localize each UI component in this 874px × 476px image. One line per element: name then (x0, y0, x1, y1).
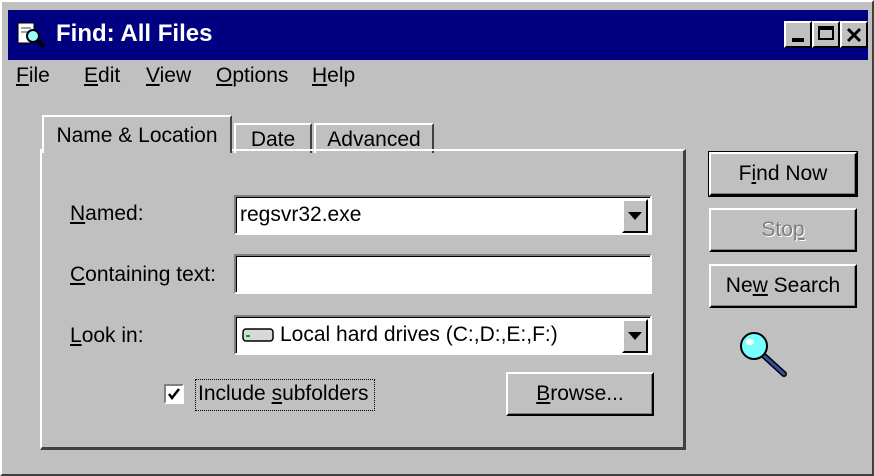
maximize-icon (818, 26, 834, 40)
menu-view[interactable]: View (146, 62, 191, 90)
focus-rectangle (195, 379, 375, 411)
chevron-down-icon (628, 332, 642, 340)
find-icon (17, 22, 46, 49)
look-in-dropdown-button[interactable] (622, 319, 648, 353)
containing-text-input[interactable] (234, 254, 652, 294)
close-icon (846, 27, 862, 43)
menu-bar: File Edit View Options Help (8, 60, 868, 94)
named-combobox[interactable]: regsvr32.exe (234, 195, 652, 235)
minimize-button[interactable] (784, 21, 812, 48)
stop-button[interactable]: Stop (709, 208, 857, 252)
menu-options[interactable]: Options (216, 62, 288, 90)
chevron-down-icon (628, 212, 642, 220)
named-dropdown-button[interactable] (622, 199, 648, 233)
menu-edit[interactable]: Edit (84, 62, 120, 90)
magnifier-icon (740, 332, 787, 377)
menu-help[interactable]: Help (312, 62, 355, 90)
look-in-combobox[interactable]: Local hard drives (C:,D:,E:,F:) (234, 315, 652, 355)
tab-name-location[interactable]: Name & Location (42, 115, 232, 153)
include-subfolders-checkbox[interactable] (164, 384, 184, 404)
close-button[interactable] (840, 21, 868, 48)
look-in-label: Look in: (70, 324, 144, 347)
new-search-button[interactable]: New Search (709, 264, 857, 308)
title-bar[interactable]: Find: All Files (8, 10, 868, 60)
hard-drive-icon (242, 328, 274, 342)
minimize-icon (792, 38, 804, 42)
containing-text-label: Containing text: (70, 263, 216, 286)
find-window: Find: All Files File Edit View Options H… (0, 0, 874, 476)
find-now-button[interactable]: Find Now (708, 151, 858, 197)
browse-button[interactable]: Browse... (506, 372, 654, 416)
named-label: Named: (70, 202, 144, 225)
maximize-button[interactable] (812, 21, 840, 48)
window-title: Find: All Files (56, 20, 213, 47)
checkmark-icon (168, 388, 180, 401)
menu-file[interactable]: File (16, 62, 50, 90)
